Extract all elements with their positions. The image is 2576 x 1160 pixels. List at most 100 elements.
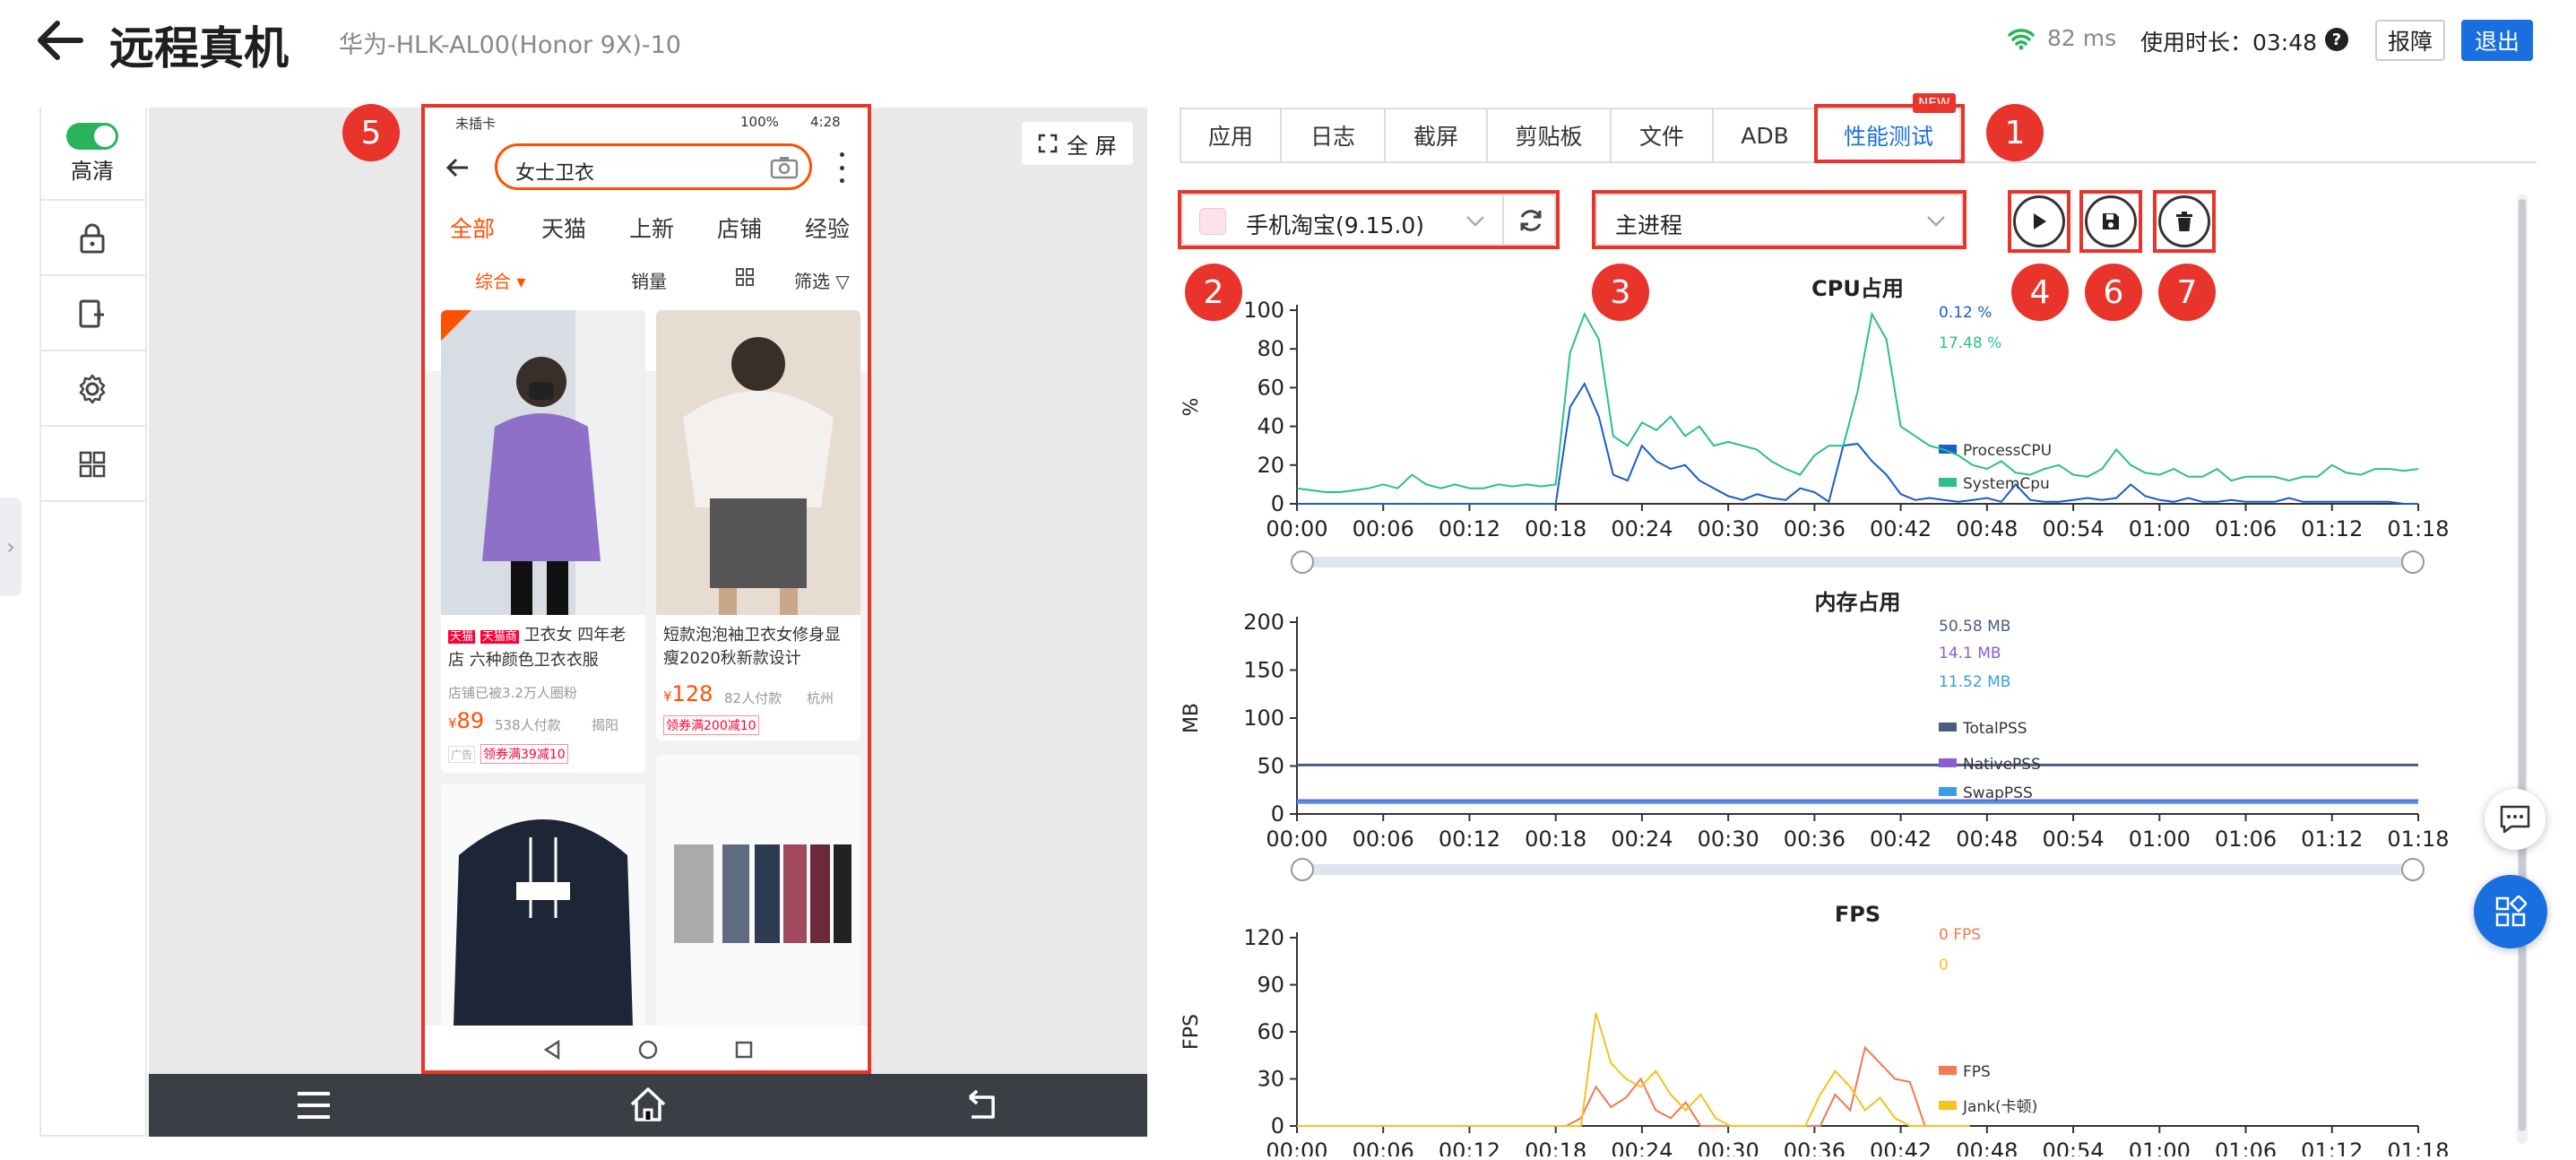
legend-label: Jank(卡顿) bbox=[1962, 1098, 2037, 1116]
y-tick-label: 40 bbox=[1257, 414, 1284, 439]
fullscreen-button[interactable]: 全 屏 bbox=[1022, 122, 1133, 165]
x-tick-label: 00:48 bbox=[1956, 516, 2018, 541]
legend-label: SystemCpu bbox=[1963, 475, 2050, 493]
back-nav-icon[interactable] bbox=[964, 1088, 1000, 1121]
x-tick-label: 00:00 bbox=[1266, 827, 1327, 852]
x-tick-label: 01:12 bbox=[2301, 827, 2363, 852]
tab-clipboard[interactable]: 剪贴板 bbox=[1488, 108, 1612, 163]
y-axis-label: FPS bbox=[1180, 1014, 1203, 1050]
x-tick-label: 01:06 bbox=[2215, 1138, 2277, 1156]
grid-icon bbox=[79, 451, 106, 478]
tab-screenshot[interactable]: 截屏 bbox=[1386, 108, 1488, 163]
x-tick-label: 00:36 bbox=[1784, 516, 1846, 541]
y-tick-label: 80 bbox=[1257, 336, 1284, 361]
x-tick-label: 00:12 bbox=[1439, 516, 1500, 541]
x-tick-label: 01:18 bbox=[2387, 827, 2449, 852]
tab-logs[interactable]: 日志 bbox=[1282, 108, 1386, 163]
legend-label: NativePSS bbox=[1963, 756, 2041, 774]
highlight-box-delete bbox=[2153, 190, 2216, 253]
x-tick-label: 01:12 bbox=[2301, 516, 2363, 541]
apps-float-button[interactable] bbox=[2474, 875, 2547, 948]
x-tick-label: 01:00 bbox=[2129, 1138, 2191, 1156]
y-tick-label: 0 bbox=[1271, 1113, 1284, 1138]
menu-icon[interactable] bbox=[296, 1090, 332, 1121]
sidebar-item-install[interactable] bbox=[39, 278, 145, 351]
device-name: 华为-HLK-AL00(Honor 9X)-10 bbox=[339, 31, 681, 59]
page-title: 远程真机 bbox=[109, 22, 289, 74]
legend-swatch bbox=[1939, 787, 1957, 796]
series-value-label: 0.12 % bbox=[1939, 304, 1992, 322]
x-tick-label: 00:06 bbox=[1353, 516, 1414, 541]
legend-swatch bbox=[1939, 1101, 1957, 1110]
home-icon[interactable] bbox=[629, 1086, 667, 1122]
latency-text: 82 ms bbox=[2047, 25, 2117, 51]
install-app-icon bbox=[79, 299, 104, 328]
zoom-slider-handle-right bbox=[2401, 858, 2425, 881]
sidebar-item-apps[interactable] bbox=[39, 429, 145, 502]
x-tick-label: 00:42 bbox=[1870, 1138, 1932, 1156]
sidebar-item-settings[interactable] bbox=[39, 353, 145, 427]
sidebar-collapse-handle[interactable]: › bbox=[0, 498, 22, 596]
legend-label: ProcessCPU bbox=[1963, 442, 2052, 460]
help-icon[interactable]: ? bbox=[2325, 28, 2348, 51]
tab-apps[interactable]: 应用 bbox=[1180, 108, 1282, 163]
series-value-label: 14.1 MB bbox=[1939, 645, 2001, 662]
highlight-box-start bbox=[2008, 190, 2070, 253]
zoom-slider-handle-left bbox=[1291, 858, 1314, 881]
y-tick-label: 200 bbox=[1243, 610, 1284, 635]
series-line bbox=[1297, 1045, 1970, 1127]
sidebar-item-lock[interactable] bbox=[39, 203, 145, 276]
legend-swatch bbox=[1939, 478, 1957, 487]
wifi-icon bbox=[2008, 29, 2035, 50]
x-tick-label: 00:06 bbox=[1353, 827, 1414, 852]
legend-label: FPS bbox=[1963, 1063, 1991, 1081]
series-value-label: 0 bbox=[1939, 957, 1949, 974]
usage-duration: 使用时长：03:48 bbox=[2140, 30, 2318, 56]
series-value-label: 17.48 % bbox=[1939, 334, 2001, 352]
x-tick-label: 00:30 bbox=[1698, 1138, 1759, 1156]
chat-float-button[interactable] bbox=[2485, 789, 2546, 850]
hd-label: 高清 bbox=[71, 158, 114, 184]
y-tick-label: 100 bbox=[1243, 298, 1284, 323]
x-tick-label: 00:48 bbox=[1956, 1138, 2018, 1156]
x-tick-label: 00:12 bbox=[1439, 827, 1500, 852]
report-button[interactable]: 报障 bbox=[2375, 20, 2445, 61]
y-tick-label: 30 bbox=[1257, 1067, 1284, 1092]
y-tick-label: 150 bbox=[1243, 658, 1284, 683]
x-tick-label: 00:54 bbox=[2042, 516, 2104, 541]
lock-icon bbox=[80, 223, 105, 254]
hd-toggle[interactable] bbox=[66, 122, 118, 150]
legend-swatch bbox=[1939, 1066, 1957, 1075]
sidebar-item-hd[interactable]: 高清 bbox=[39, 108, 145, 201]
x-tick-label: 00:24 bbox=[1611, 1138, 1673, 1156]
x-tick-label: 00:18 bbox=[1525, 1138, 1586, 1156]
zoom-slider-track bbox=[1302, 557, 2413, 567]
x-tick-label: 01:18 bbox=[2387, 516, 2449, 541]
highlight-box-tab bbox=[1814, 104, 1965, 163]
x-tick-label: 00:54 bbox=[2042, 827, 2104, 852]
x-tick-label: 00:18 bbox=[1525, 516, 1586, 541]
annotation-badge-5: 5 bbox=[342, 104, 400, 161]
exit-button[interactable]: 退出 bbox=[2461, 20, 2533, 61]
y-axis-label: MB bbox=[1180, 703, 1203, 733]
x-tick-label: 01:18 bbox=[2387, 1138, 2449, 1156]
y-tick-label: 100 bbox=[1243, 706, 1284, 731]
tab-adb[interactable]: ADB bbox=[1714, 108, 1818, 163]
highlight-box-save bbox=[2079, 190, 2142, 253]
legend-swatch bbox=[1939, 723, 1957, 731]
back-arrow-icon[interactable] bbox=[36, 18, 84, 63]
series-value-label: 11.52 MB bbox=[1939, 673, 2010, 691]
x-tick-label: 00:24 bbox=[1611, 827, 1673, 852]
zoom-slider-handle-left bbox=[1291, 550, 1314, 574]
tab-files[interactable]: 文件 bbox=[1612, 108, 1714, 163]
chart-title: CPU占用 bbox=[1811, 276, 1904, 301]
gear-icon bbox=[79, 374, 106, 404]
series-line bbox=[1297, 1012, 1970, 1127]
series-line bbox=[1297, 381, 2418, 505]
x-tick-label: 01:06 bbox=[2215, 516, 2277, 541]
series-value-label: 0 FPS bbox=[1939, 926, 1981, 944]
x-tick-label: 00:36 bbox=[1784, 1138, 1846, 1156]
series-line bbox=[1296, 311, 2419, 493]
x-tick-label: 00:06 bbox=[1353, 1138, 1414, 1156]
x-tick-label: 00:48 bbox=[1956, 827, 2018, 852]
